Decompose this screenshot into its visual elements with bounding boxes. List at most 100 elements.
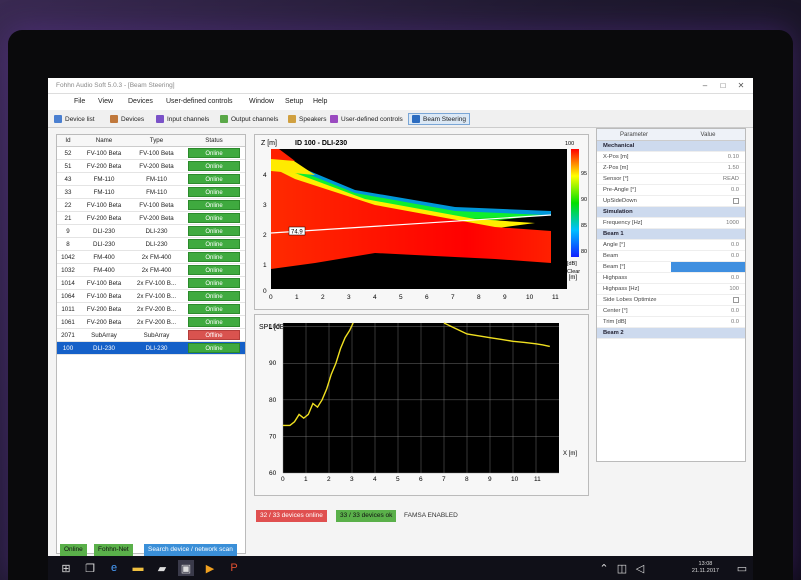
speaker-icon[interactable]: ◁ bbox=[632, 560, 648, 576]
search-device-button[interactable]: Search device / network scan bbox=[144, 544, 237, 556]
parameter-row[interactable]: X-Pos [m] 0.10 bbox=[597, 152, 745, 163]
parameter-value[interactable]: 0.0 bbox=[671, 306, 745, 316]
table-row[interactable]: 43 FM-110 FM-110 Online bbox=[57, 173, 245, 186]
cell-type: DLI-230 bbox=[145, 240, 168, 248]
task-view-icon[interactable]: ❐ bbox=[82, 560, 98, 576]
toolbar-device-list[interactable]: Device list bbox=[54, 113, 95, 125]
toolbar-speakers[interactable]: Speakers bbox=[288, 113, 326, 125]
beam-plot[interactable]: Z [m] ID 100 - DLI-230 74.9 4 3 2 1 0 0 … bbox=[255, 135, 590, 311]
parameter-row[interactable]: Beam [°] bbox=[597, 262, 745, 273]
toolbar-beam-steering[interactable]: Beam Steering bbox=[408, 113, 470, 125]
toolbar-user-defined-controls[interactable]: User-defined controls bbox=[330, 113, 403, 125]
cell-type: FV-100 Beta bbox=[139, 201, 174, 209]
network-icon[interactable]: ◫ bbox=[614, 560, 630, 576]
parameter-value[interactable]: 0.0 bbox=[671, 317, 745, 327]
notifications-icon[interactable]: ▭ bbox=[734, 560, 750, 576]
header-id[interactable]: Id bbox=[57, 135, 79, 146]
parameter-value[interactable]: 0.0 bbox=[671, 251, 745, 261]
parameter-value[interactable] bbox=[671, 196, 745, 206]
parameter-value[interactable]: 1000 bbox=[671, 218, 745, 228]
file-explorer-icon[interactable]: ▬ bbox=[130, 560, 146, 576]
parameter-row[interactable]: Sensor [°] READ bbox=[597, 174, 745, 185]
toolbar-devices[interactable]: Devices bbox=[110, 113, 144, 125]
parameter-value[interactable]: 0.0 bbox=[671, 273, 745, 283]
table-row[interactable]: 2071 SubArray SubArray Offline bbox=[57, 329, 245, 342]
parameter-row[interactable]: Center [°] 0.0 bbox=[597, 306, 745, 317]
table-row[interactable]: 1042 FM-400 2x FM-400 Online bbox=[57, 251, 245, 264]
parameter-row[interactable]: Beam 0.0 bbox=[597, 251, 745, 262]
table-row[interactable]: 21 FV-200 Beta FV-200 Beta Online bbox=[57, 212, 245, 225]
close-icon[interactable]: ✕ bbox=[734, 80, 748, 91]
media-icon[interactable]: ▶ bbox=[202, 560, 218, 576]
parameter-value[interactable]: 0.0 bbox=[671, 240, 745, 250]
menu-user-defined-controls[interactable]: User-defined controls bbox=[166, 98, 233, 105]
spl-xlabel: X [m] bbox=[563, 451, 577, 457]
header-status[interactable]: Status bbox=[184, 135, 244, 146]
parameter-value[interactable] bbox=[671, 262, 745, 272]
parameter-value[interactable]: 0.10 bbox=[671, 152, 745, 162]
window-title: Fohhn Audio Soft 5.0.3 - [Beam Steering] bbox=[56, 82, 175, 89]
table-row[interactable]: 1061 FV-200 Beta 2x FV-200 B... Online bbox=[57, 316, 245, 329]
toolbar-input-channels[interactable]: Input channels bbox=[156, 113, 209, 125]
parameter-value[interactable]: READ bbox=[671, 174, 745, 184]
table-row[interactable]: 9 DLI-230 DLI-230 Online bbox=[57, 225, 245, 238]
menu-window[interactable]: Window bbox=[249, 98, 274, 105]
table-row[interactable]: 1011 FV-200 Beta 2x FV-200 B... Online bbox=[57, 303, 245, 316]
table-row[interactable]: 1014 FV-100 Beta 2x FV-100 B... Online bbox=[57, 277, 245, 290]
store-icon[interactable]: ▰ bbox=[154, 560, 170, 576]
table-row[interactable]: 51 FV-200 Beta FV-200 Beta Online bbox=[57, 160, 245, 173]
menu-help[interactable]: Help bbox=[313, 98, 327, 105]
parameter-header-value: Value bbox=[700, 131, 716, 138]
table-row[interactable]: 1032 FM-400 2x FM-400 Online bbox=[57, 264, 245, 277]
table-row[interactable]: 1064 FV-100 Beta 2x FV-100 B... Online bbox=[57, 290, 245, 303]
parameter-value[interactable]: 1.50 bbox=[671, 163, 745, 173]
parameter-row[interactable]: Pre-Angle [°] 0.0 bbox=[597, 185, 745, 196]
menu-setup[interactable]: Setup bbox=[285, 98, 303, 105]
clear-button[interactable]: Clear bbox=[567, 269, 580, 275]
parameter-row[interactable]: Angle [°] 0.0 bbox=[597, 240, 745, 251]
parameter-row[interactable]: Side Lobes Optimize bbox=[597, 295, 745, 306]
parameter-row[interactable]: UpSideDown bbox=[597, 196, 745, 207]
parameter-header-name: Parameter bbox=[619, 131, 648, 138]
parameter-value[interactable] bbox=[671, 295, 745, 305]
menu-view[interactable]: View bbox=[98, 98, 113, 105]
toolbar-label: Output channels bbox=[231, 115, 279, 123]
pdf-icon[interactable]: P bbox=[226, 560, 242, 576]
cell-name: FV-200 Beta bbox=[86, 318, 122, 326]
device-list-icon bbox=[54, 115, 62, 123]
parameter-label: Pre-Angle [°] bbox=[603, 187, 636, 193]
windows-start-icon[interactable]: ⊞ bbox=[58, 560, 74, 576]
menu-devices[interactable]: Devices bbox=[128, 98, 153, 105]
parameter-row[interactable]: Z-Pos [m] 1.50 bbox=[597, 163, 745, 174]
spl-chart[interactable]: SPL [dB] X [m] 0 1 2 3 4 5 6 7 8 9 10 1160708090100 bbox=[255, 315, 590, 497]
parameter-row[interactable]: Highpass 0.0 bbox=[597, 273, 745, 284]
parameter-checkbox[interactable] bbox=[733, 198, 739, 204]
maximize-icon[interactable]: □ bbox=[716, 80, 730, 91]
parameter-checkbox[interactable] bbox=[733, 297, 739, 303]
minimize-icon[interactable]: – bbox=[698, 80, 712, 91]
taskbar-clock[interactable]: 13:08 21.11.2017 bbox=[692, 561, 719, 575]
parameter-value[interactable]: 100 bbox=[671, 284, 745, 294]
header-type[interactable]: Type bbox=[129, 135, 184, 146]
parameter-value[interactable]: 0.0 bbox=[671, 185, 745, 195]
table-row[interactable]: 100 DLI-230 DLI-230 Online bbox=[57, 342, 245, 355]
toolbar-label: Input channels bbox=[167, 115, 210, 123]
parameter-row[interactable]: Trim [dB] 0.0 bbox=[597, 317, 745, 328]
beam-xtick: 4 bbox=[373, 294, 377, 301]
toolbar-output-channels[interactable]: Output channels bbox=[220, 113, 278, 125]
table-row[interactable]: 22 FV-100 Beta FV-100 Beta Online bbox=[57, 199, 245, 212]
app-icon[interactable]: ▣ bbox=[178, 560, 194, 576]
edge-icon[interactable]: e bbox=[106, 560, 122, 576]
beam-ytick: 3 bbox=[263, 202, 267, 209]
parameter-row[interactable]: Frequency [Hz] 1000 bbox=[597, 218, 745, 229]
table-row[interactable]: 52 FV-100 Beta FV-100 Beta Online bbox=[57, 147, 245, 160]
table-row[interactable]: 8 DLI-230 DLI-230 Online bbox=[57, 238, 245, 251]
header-name[interactable]: Name bbox=[79, 135, 129, 146]
table-row[interactable]: 33 FM-110 FM-110 Online bbox=[57, 186, 245, 199]
parameter-row[interactable]: Highpass [Hz] 100 bbox=[597, 284, 745, 295]
parameter-label: Beam [°] bbox=[603, 264, 626, 270]
cell-type: 2x FV-100 B... bbox=[136, 292, 177, 300]
menu-file[interactable]: File bbox=[74, 98, 85, 105]
beam-ytick: 1 bbox=[263, 262, 267, 269]
tray-chevron-icon[interactable]: ⌃ bbox=[596, 560, 612, 576]
